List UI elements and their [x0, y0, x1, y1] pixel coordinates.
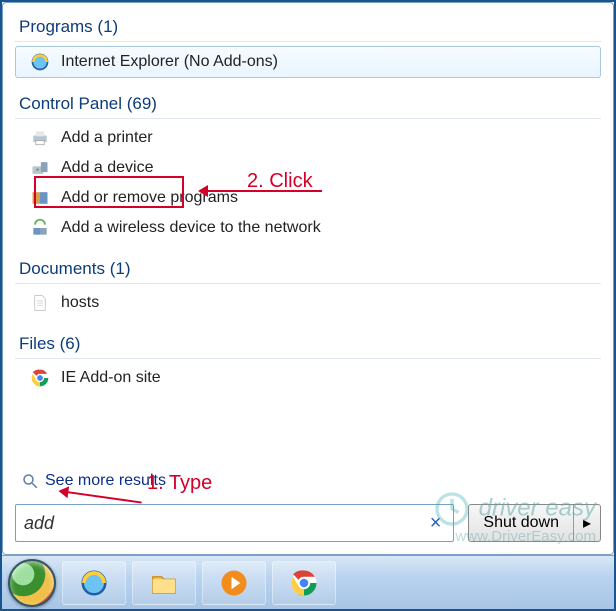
result-label: Add a device [61, 159, 154, 177]
result-label: Add or remove programs [61, 189, 238, 207]
taskbar-ie[interactable] [62, 561, 126, 605]
taskbar-wmp[interactable] [202, 561, 266, 605]
result-add-wireless-device[interactable]: Add a wireless device to the network [15, 213, 601, 243]
clear-search-button[interactable]: × [426, 512, 446, 535]
search-box[interactable]: × [15, 504, 454, 542]
result-label: Add a printer [61, 129, 153, 147]
search-input[interactable] [24, 513, 426, 534]
taskbar-explorer[interactable] [132, 561, 196, 605]
start-menu-results-pane: Programs (1) Internet Explorer (No Add-o… [2, 2, 614, 555]
result-add-a-printer[interactable]: Add a printer [15, 123, 601, 153]
result-add-remove-programs[interactable]: Add or remove programs [15, 183, 601, 213]
shutdown-button[interactable]: Shut down [469, 505, 574, 541]
result-add-a-device[interactable]: Add a device [15, 153, 601, 183]
section-documents: Documents (1) hosts [15, 255, 601, 324]
result-hosts[interactable]: hosts [15, 288, 601, 318]
section-header-documents: Documents (1) [15, 255, 601, 284]
documents-list: hosts [15, 284, 601, 324]
result-ie-addon-site[interactable]: IE Add-on site [15, 363, 601, 393]
device-icon [29, 157, 51, 179]
files-list: IE Add-on site [15, 359, 601, 399]
wireless-icon [29, 217, 51, 239]
start-menu-bottom-row: × Shut down ▸ [15, 504, 601, 542]
section-files: Files (6) IE Add-on site [15, 330, 601, 399]
section-header-programs: Programs (1) [15, 13, 601, 42]
result-label: hosts [61, 294, 99, 312]
taskbar [2, 555, 614, 609]
programs-list: Internet Explorer (No Add-ons) [15, 42, 601, 84]
shutdown-split-button[interactable]: Shut down ▸ [468, 504, 601, 542]
chrome-icon [29, 367, 51, 389]
result-label: Add a wireless device to the network [61, 219, 321, 237]
result-internet-explorer-no-addons[interactable]: Internet Explorer (No Add-ons) [15, 46, 601, 78]
start-button[interactable] [8, 559, 56, 607]
control-panel-list: Add a printer Add a device Add or remove… [15, 119, 601, 249]
result-label: Internet Explorer (No Add-ons) [61, 53, 278, 71]
shutdown-arrow-button[interactable]: ▸ [574, 505, 600, 541]
taskbar-chrome[interactable] [272, 561, 336, 605]
section-programs: Programs (1) Internet Explorer (No Add-o… [15, 13, 601, 84]
printer-icon [29, 127, 51, 149]
section-control-panel: Control Panel (69) Add a printer Add a d… [15, 90, 601, 249]
programs-icon [29, 187, 51, 209]
ie-icon [29, 51, 51, 73]
section-header-files: Files (6) [15, 330, 601, 359]
magnifier-icon [21, 472, 39, 490]
file-icon [29, 292, 51, 314]
section-header-control-panel: Control Panel (69) [15, 90, 601, 119]
see-more-results[interactable]: See more results [15, 468, 601, 494]
see-more-label: See more results [45, 472, 166, 490]
result-label: IE Add-on site [61, 369, 161, 387]
